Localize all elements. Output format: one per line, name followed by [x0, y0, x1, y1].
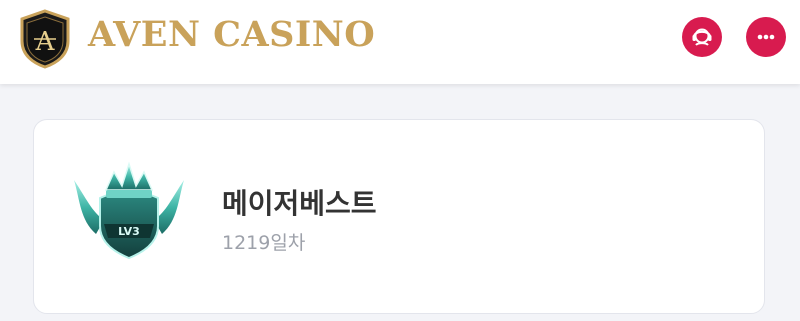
chat-bubble-icon [757, 34, 775, 40]
top-header: A AVEN CASINO [0, 0, 800, 84]
membership-days: 1219일차 [222, 232, 306, 254]
logo-letter: A [35, 27, 56, 57]
level-badge-icon: LV3 [74, 161, 184, 260]
headset-agent-icon [692, 28, 712, 46]
chat-button[interactable] [746, 17, 786, 57]
customer-support-button[interactable] [682, 17, 722, 57]
profile-card: LV3 메이저베스트 1219일차 [33, 119, 765, 314]
badge-level-label: LV3 [118, 225, 140, 238]
username: 메이저베스트 [222, 187, 377, 220]
brand-name: AVEN CASINO [88, 14, 376, 55]
casino-logo-icon[interactable]: A [19, 9, 71, 69]
